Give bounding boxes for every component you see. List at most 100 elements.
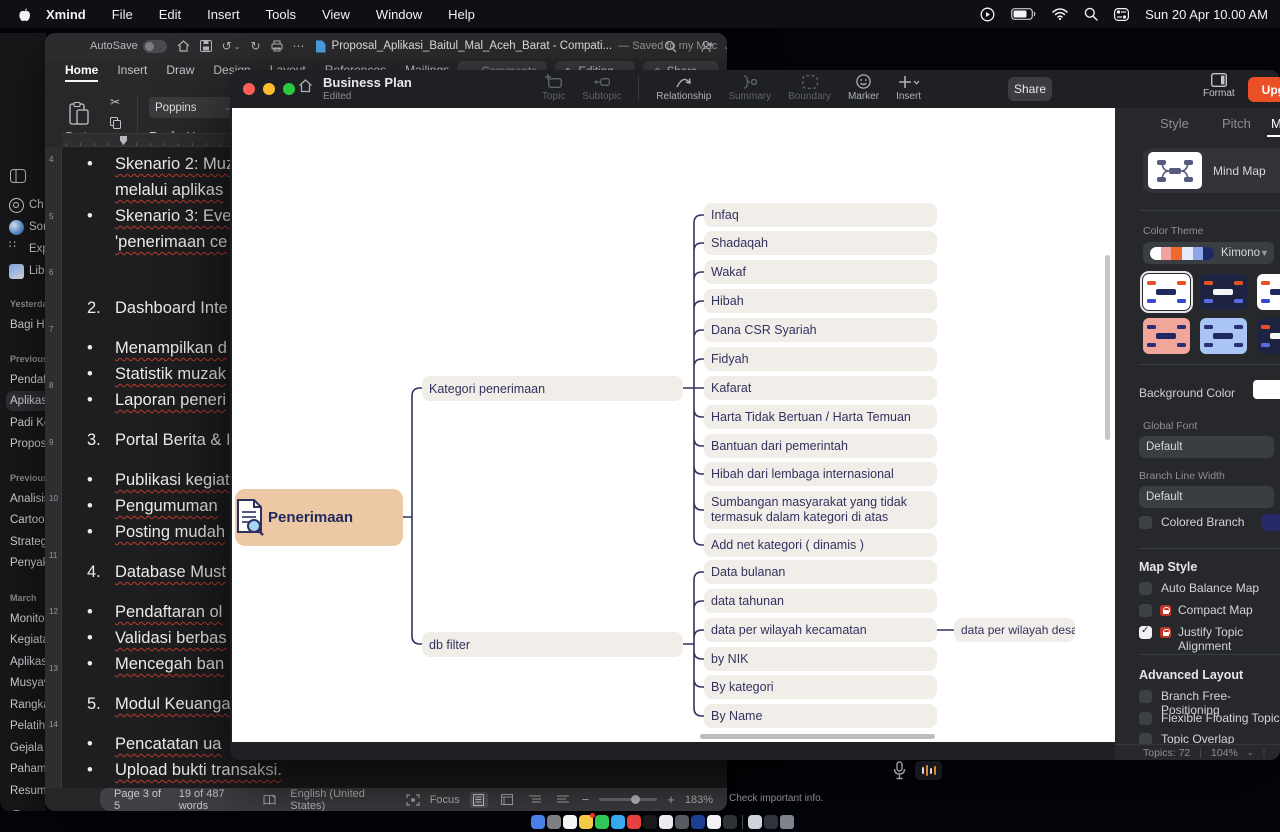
wifi-icon[interactable] bbox=[1052, 8, 1068, 20]
sidebar-item-bagi-has[interactable]: Bagi Has bbox=[0, 315, 46, 335]
sidebar-item-upgrade[interactable]: Up bbox=[0, 807, 46, 811]
language-indicator[interactable]: English (United States) bbox=[290, 788, 391, 812]
zoom-slider[interactable] bbox=[599, 798, 657, 801]
sidebar-item-rangkai[interactable]: Rangkai bbox=[0, 695, 46, 715]
spotlight-search-icon[interactable] bbox=[1084, 7, 1098, 21]
colored-branch-checkbox[interactable] bbox=[1139, 516, 1152, 529]
sidebar-item-monitori[interactable]: Monitori bbox=[0, 609, 46, 629]
ribbon-tab-draw[interactable]: Draw bbox=[166, 63, 194, 82]
dock-icon-6[interactable] bbox=[611, 815, 625, 829]
subtopic[interactable]: Shadaqah bbox=[704, 231, 937, 255]
subtopic[interactable]: Kafarat bbox=[704, 376, 937, 400]
insert-button[interactable]: Insert bbox=[896, 73, 921, 102]
menu-window[interactable]: Window bbox=[376, 7, 422, 22]
zoom-slider-knob[interactable] bbox=[631, 795, 640, 804]
voice-input-indicator[interactable] bbox=[915, 761, 942, 780]
subtopic[interactable]: Infaq bbox=[704, 203, 937, 227]
map-style-checkbox-auto-balance-map[interactable] bbox=[1139, 582, 1152, 595]
sidebar-nav-exp[interactable]: ∷Exp bbox=[0, 239, 46, 259]
advanced-checkbox-flexible-floating-topic[interactable] bbox=[1139, 712, 1152, 725]
sidebar-nav-ch[interactable]: Ch bbox=[0, 195, 46, 215]
tab-pitch[interactable]: Pitch bbox=[1222, 116, 1251, 131]
dock-icon-1[interactable] bbox=[531, 815, 545, 829]
global-font-select[interactable]: Default bbox=[1139, 436, 1274, 458]
sidebar-nav-lib[interactable]: Lib bbox=[0, 261, 46, 281]
home-icon[interactable] bbox=[177, 40, 190, 52]
advanced-checkbox-branch-free-positioning[interactable] bbox=[1139, 690, 1152, 703]
dock-icon-3[interactable] bbox=[563, 815, 577, 829]
share-button[interactable]: Share bbox=[1008, 77, 1052, 101]
sidebar-item-cartoon[interactable]: Cartoon bbox=[0, 510, 46, 530]
sidebar-item-pelatiha[interactable]: Pelatiha bbox=[0, 716, 46, 736]
theme-thumbnail-3[interactable] bbox=[1257, 274, 1280, 310]
close-button[interactable] bbox=[243, 83, 255, 95]
dock-icon-4[interactable] bbox=[579, 815, 593, 829]
subtopic[interactable]: Add net kategori ( dinamis ) bbox=[704, 533, 937, 557]
map-style-checkbox-justify-topic-alignment[interactable] bbox=[1139, 626, 1152, 639]
map-title[interactable]: Business Plan bbox=[323, 75, 412, 90]
minimize-button[interactable] bbox=[263, 83, 275, 95]
theme-thumbnail-4[interactable] bbox=[1143, 318, 1190, 354]
menu-tools[interactable]: Tools bbox=[266, 7, 296, 22]
control-center-icon[interactable] bbox=[1114, 8, 1129, 21]
theme-thumbnail-6[interactable] bbox=[1257, 318, 1280, 354]
ribbon-tab-insert[interactable]: Insert bbox=[117, 63, 147, 82]
sidebar-item-penyakit[interactable]: Penyakit bbox=[0, 553, 46, 573]
dock-icon-2[interactable] bbox=[547, 815, 561, 829]
ribbon-tab-home[interactable]: Home bbox=[65, 63, 98, 82]
format-button[interactable]: Format bbox=[1203, 73, 1235, 99]
share-user-icon[interactable] bbox=[701, 40, 715, 53]
font-select[interactable]: Poppins⌄ bbox=[149, 97, 237, 118]
structure-card[interactable]: Mind Map bbox=[1143, 148, 1280, 193]
dock-icon-10[interactable] bbox=[675, 815, 689, 829]
map-style-checkbox-compact-map[interactable] bbox=[1139, 604, 1152, 617]
menu-insert[interactable]: Insert bbox=[207, 7, 240, 22]
horizontal-scrollbar[interactable] bbox=[700, 734, 935, 739]
upgrade-button[interactable]: Upgrade bbox=[1248, 77, 1280, 102]
subtopic-data-per-wilayah-desa[interactable]: data per wilayah desa bbox=[954, 618, 1075, 642]
menu-xmind[interactable]: Xmind bbox=[46, 7, 86, 22]
vertical-scrollbar[interactable] bbox=[1105, 255, 1110, 440]
main-topic-kategori-penerimaan[interactable]: Kategori penerimaan bbox=[422, 376, 683, 401]
apple-menu-icon[interactable] bbox=[18, 7, 31, 22]
dock-icon-11[interactable] bbox=[691, 815, 705, 829]
search-icon[interactable] bbox=[664, 40, 677, 53]
sidebar-item-analisis[interactable]: Analisis bbox=[0, 489, 46, 509]
sidebar-toggle-icon[interactable] bbox=[10, 169, 26, 183]
sidebar-item-musyaw[interactable]: Musyaw bbox=[0, 673, 46, 693]
zoom-out-button[interactable]: − bbox=[582, 792, 590, 807]
zoom-percent[interactable]: 183% bbox=[685, 794, 713, 806]
background-color-swatch[interactable] bbox=[1253, 380, 1280, 399]
screen-record-icon[interactable] bbox=[980, 7, 995, 22]
zoom-in-button[interactable]: + bbox=[667, 792, 675, 807]
subtopic[interactable]: data per wilayah kecamatan bbox=[704, 618, 937, 642]
menu-edit[interactable]: Edit bbox=[159, 7, 181, 22]
menu-bar-clock[interactable]: Sun 20 Apr 10.00 AM bbox=[1145, 7, 1268, 22]
sidebar-nav-sor[interactable]: Sor bbox=[0, 217, 46, 237]
print-layout-view-button[interactable] bbox=[470, 792, 488, 808]
branch-line-width-select[interactable]: Default bbox=[1139, 486, 1274, 508]
theme-thumbnail-5[interactable] bbox=[1200, 318, 1247, 354]
sidebar-item-aplikasi[interactable]: Aplikasi bbox=[6, 391, 46, 411]
dock-icon-7[interactable] bbox=[627, 815, 641, 829]
undo-icon[interactable]: ↺⌄ bbox=[222, 39, 241, 53]
subtopic[interactable]: Wakaf bbox=[704, 260, 937, 284]
subtopic[interactable]: Hibah bbox=[704, 289, 937, 313]
subtopic[interactable]: Bantuan dari pemerintah bbox=[704, 434, 937, 458]
cut-icon[interactable]: ✂ bbox=[110, 95, 120, 109]
summary-button[interactable]: Summary bbox=[728, 73, 771, 102]
battery-icon[interactable] bbox=[1011, 8, 1036, 20]
relationship-button[interactable]: Relationship bbox=[656, 73, 711, 102]
subtopic[interactable]: By kategori bbox=[704, 675, 937, 699]
color-theme-select[interactable]: Kimono ▼ bbox=[1143, 242, 1274, 264]
zoom-button[interactable] bbox=[283, 83, 295, 95]
tab-style[interactable]: Style bbox=[1160, 116, 1189, 131]
page-indicator[interactable]: Page 3 of 5 bbox=[114, 788, 165, 812]
sidebar-item-strategi[interactable]: Strategi bbox=[0, 532, 46, 552]
home-icon[interactable] bbox=[298, 79, 313, 93]
central-topic[interactable]: Penerimaan bbox=[235, 489, 403, 546]
focus-label[interactable]: Focus bbox=[430, 794, 460, 806]
sidebar-item-pendafta[interactable]: Pendafta bbox=[0, 370, 46, 390]
draft-view-button[interactable] bbox=[554, 792, 572, 808]
subtopic[interactable]: By Name bbox=[704, 704, 937, 728]
